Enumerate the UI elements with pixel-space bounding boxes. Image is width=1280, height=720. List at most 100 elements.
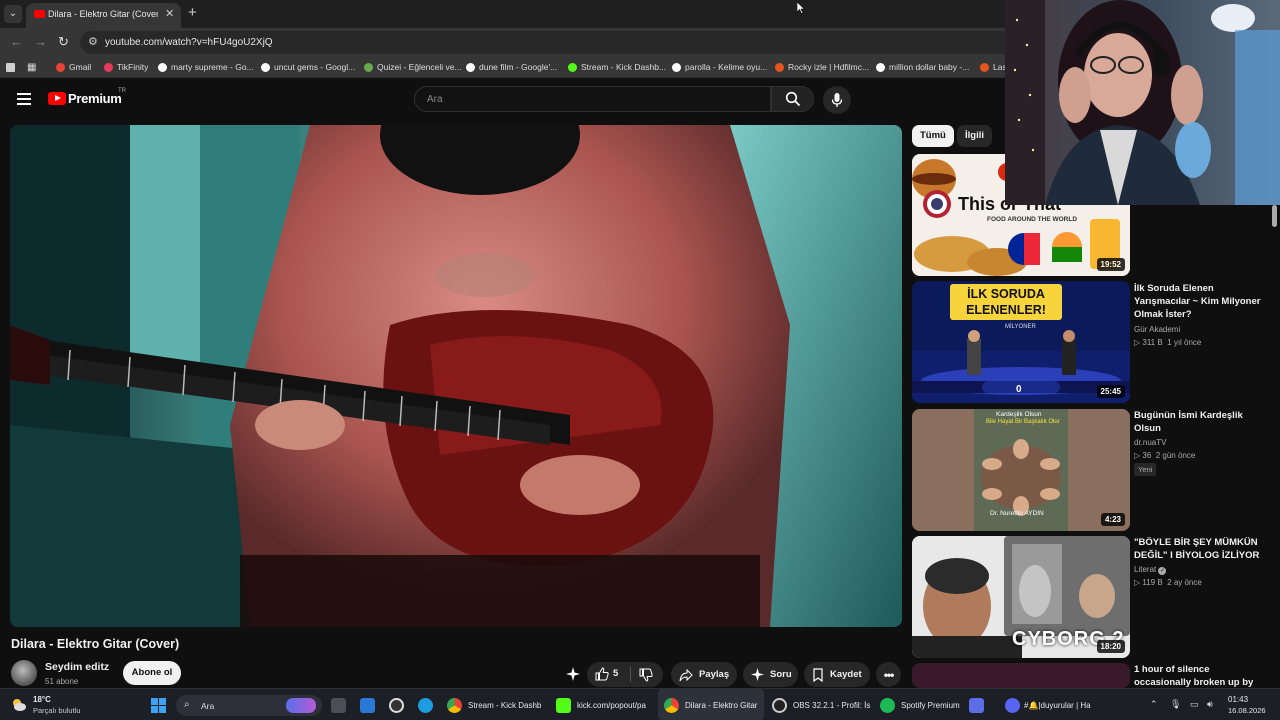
obs-icon[interactable] [772, 698, 787, 713]
bookmark-item[interactable]: marty supreme - Go... [158, 60, 254, 74]
spotify-icon[interactable] [880, 698, 895, 713]
taskbar-app-label[interactable]: OBS 32.2.1 - Profil: İs [793, 701, 870, 710]
volume-icon[interactable]: 🔊︎ [1207, 699, 1213, 710]
chip-all[interactable]: Tümü [912, 125, 954, 147]
thumb-score: 0 [1016, 384, 1022, 395]
chip-related[interactable]: İlgili [957, 125, 992, 147]
bookmark-label: marty supreme - Go... [171, 62, 254, 72]
suggestion-thumbnail[interactable]: Kardeşlik Olsun Bile Hayat Bir Başkalık … [912, 409, 1130, 531]
subscribe-button[interactable]: Abone ol [123, 661, 181, 685]
chatgpt-icon[interactable] [389, 698, 404, 713]
suggestion-channel[interactable]: dr.nuaTV [1134, 438, 1166, 447]
taskbar-search[interactable]: ⌕ Ara [176, 695, 322, 716]
pill-divider [630, 667, 631, 682]
url-text[interactable]: youtube.com/watch?v=hFU4goU2XjQ [105, 37, 273, 48]
network-icon[interactable]: ▭ [1190, 699, 1199, 710]
upload-age: 2 ay önce [1167, 578, 1202, 587]
search-icon [785, 91, 801, 107]
youtube-favicon-icon [34, 10, 45, 18]
search-icon: ⌕ [184, 699, 190, 710]
bookmark-favicon-icon [775, 62, 784, 72]
suggestion-title[interactable]: Bugünün İsmi Kardeşlik Olsun [1134, 409, 1264, 435]
bookmark-item[interactable]: uncut gems - Googl... [261, 60, 355, 74]
weather-desc[interactable]: Parçalı bulutlu [33, 706, 81, 715]
tab-search-button[interactable]: ⌄ [4, 5, 22, 23]
bookmark-item[interactable]: million dollar baby -... [876, 60, 969, 74]
suggestion-channel[interactable]: Gür Akademi [1134, 325, 1180, 334]
voice-search-button[interactable] [823, 86, 851, 114]
search-input[interactable]: Ara [414, 86, 771, 112]
apps-grid-icon[interactable]: ▦ [27, 60, 36, 74]
bookmark-label: parolla - Kelime oyu... [685, 62, 768, 72]
reload-icon[interactable]: ↻ [58, 34, 69, 50]
taskbar-app-label[interactable]: Spotify Premium [901, 701, 960, 710]
kick-icon[interactable] [556, 698, 571, 713]
suggestion-title[interactable]: "BÖYLE BİR ŞEY MÜMKÜN DEĞİL" I BİYOLOG İ… [1134, 536, 1264, 562]
close-icon[interactable]: ✕ [165, 7, 174, 20]
premium-brand[interactable]: Premium [68, 91, 122, 106]
dislike-button[interactable] [639, 668, 653, 682]
suggestion-thumbnail[interactable]: CYBORG 2 18:20 [912, 536, 1130, 658]
taskbar-app-label[interactable]: Stream - Kick Dashb [468, 701, 541, 710]
save-button[interactable]: Kaydet [804, 662, 870, 687]
bookmark-item[interactable]: Rocky izle | Hdfilmc... [775, 60, 869, 74]
start-windows-icon[interactable] [151, 698, 166, 713]
taskbar-app-label[interactable]: kick.com/popout/pa [577, 701, 646, 710]
bookmark-item[interactable]: Las [980, 60, 1007, 74]
chrome-icon[interactable] [447, 698, 462, 713]
back-icon[interactable]: ← [10, 34, 23, 49]
suggestion-channel[interactable]: Literat ✓ [1134, 565, 1167, 575]
bookmark-favicon-icon [672, 62, 681, 72]
scrollbar[interactable] [1272, 205, 1277, 227]
app-icon[interactable] [969, 698, 984, 713]
search-button[interactable] [771, 86, 814, 112]
edge-icon[interactable] [418, 698, 433, 713]
forward-icon[interactable]: → [34, 34, 47, 49]
upload-age: 1 yıl önce [1167, 338, 1202, 347]
weather-temp[interactable]: 18°C [33, 695, 51, 704]
bookmark-item[interactable]: parolla - Kelime oyu... [672, 60, 767, 74]
cursor-icon [796, 1, 806, 19]
ask-button[interactable]: Soru [743, 662, 798, 687]
video-duration: 4:23 [1100, 513, 1125, 526]
bookmark-item[interactable]: Stream - Kick Dashb... [568, 60, 666, 74]
channel-name[interactable]: Seydim editz [45, 661, 109, 673]
bookmark-favicon-icon [104, 62, 113, 72]
weather-icon[interactable] [11, 697, 27, 713]
bookmark-favicon-icon [56, 62, 65, 72]
bookmark-item[interactable]: Quizei - Eğlenceli ve... [364, 60, 462, 74]
bookmark-item[interactable]: Gmail [56, 60, 91, 74]
chrome-icon[interactable] [664, 698, 679, 713]
menu-icon[interactable] [17, 93, 31, 105]
bookmark-item[interactable]: TikFinity [104, 60, 148, 74]
store-icon[interactable] [360, 698, 375, 713]
video-player[interactable] [10, 125, 902, 627]
share-button[interactable]: Paylaş [671, 662, 737, 687]
task-view-icon[interactable] [331, 698, 346, 713]
ask-label: Soru [770, 669, 792, 680]
bookmark-item[interactable]: dune film - Google'... [466, 60, 557, 74]
new-tab-button[interactable]: + [188, 4, 197, 21]
site-info-icon[interactable]: ⚙ [88, 35, 98, 48]
microphone-icon[interactable]: 🎙︎ [1170, 699, 1181, 710]
clock-time[interactable]: 01:43 [1228, 695, 1248, 704]
suggestion-title[interactable]: İlk Soruda Elenen Yarışmacılar ~ Kim Mil… [1134, 282, 1264, 321]
channel-avatar[interactable] [11, 660, 37, 686]
suggestion-thumbnail[interactable]: İLK SORUDA ELENENLER! MİLYONER 0 25:45 [912, 281, 1130, 403]
sparkle-icon[interactable] [566, 667, 580, 681]
bookmark-icon [813, 667, 823, 682]
taskbar-app-label[interactable]: #🔔|duyurular | Ha [1024, 701, 1091, 710]
tab-youtube[interactable]: Dilara - Elektro Gitar (Cover) - YouTube… [26, 3, 181, 28]
verified-icon: ✓ [1158, 567, 1167, 575]
more-actions-button[interactable]: ••• [876, 662, 901, 687]
discord-icon[interactable] [1005, 698, 1020, 713]
bookmark-favicon-icon [466, 62, 475, 72]
share-label: Paylaş [699, 669, 730, 680]
taskbar-search-placeholder: Ara [201, 701, 215, 711]
chevron-up-icon[interactable]: ⌃ [1150, 699, 1158, 710]
like-button[interactable] [595, 667, 609, 681]
bookmarks-icon[interactable] [6, 60, 19, 74]
taskbar-app-label[interactable]: Dilara - Elektro Gitar [685, 701, 757, 710]
clock-date[interactable]: 16.08.2026 [1228, 706, 1266, 715]
suggestion-thumbnail[interactable] [912, 663, 1130, 688]
